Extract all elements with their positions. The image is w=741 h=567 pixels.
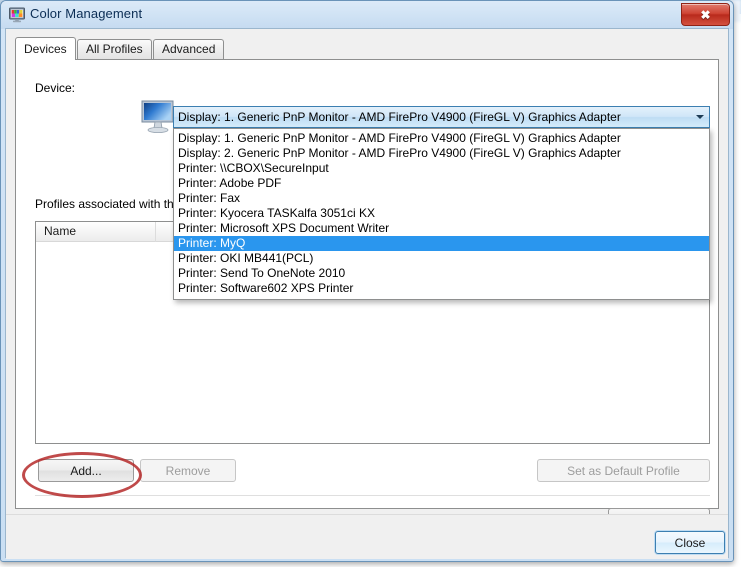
dropdown-item[interactable]: Display: 2. Generic PnP Monitor - AMD Fi…	[174, 146, 709, 161]
dropdown-item[interactable]: Printer: Fax	[174, 191, 709, 206]
tab-all-profiles[interactable]: All Profiles	[77, 39, 152, 59]
dropdown-item[interactable]: Printer: Adobe PDF	[174, 176, 709, 191]
divider	[35, 495, 710, 496]
tab-advanced[interactable]: Advanced	[153, 39, 224, 59]
dropdown-item[interactable]: Printer: \\CBOX\SecureInput	[174, 161, 709, 176]
device-combobox-value: Display: 1. Generic PnP Monitor - AMD Fi…	[178, 110, 621, 124]
dropdown-item[interactable]: Printer: Software602 XPS Printer	[174, 281, 709, 296]
column-header-name[interactable]: Name	[36, 222, 156, 242]
device-combobox[interactable]: Display: 1. Generic PnP Monitor - AMD Fi…	[173, 106, 710, 128]
close-icon: ✖	[700, 8, 710, 22]
color-monitor-icon	[9, 7, 25, 23]
add-button[interactable]: Add...	[38, 459, 134, 482]
close-button[interactable]: Close	[655, 531, 725, 554]
dropdown-item[interactable]: Printer: Send To OneNote 2010	[174, 266, 709, 281]
dropdown-item[interactable]: Printer: Microsoft XPS Document Writer	[174, 221, 709, 236]
dialog-client-area: Devices All Profiles Advanced Device:	[5, 28, 729, 558]
window-title: Color Management	[30, 6, 142, 21]
combobox-dropdown-button[interactable]	[690, 107, 709, 127]
window-close-button[interactable]: ✖	[681, 3, 730, 26]
device-dropdown-list[interactable]: Display: 1. Generic PnP Monitor - AMD Fi…	[173, 128, 710, 300]
dropdown-item-selected[interactable]: Printer: MyQ	[174, 236, 709, 251]
color-management-dialog: Color Management ✖ Devices All Profiles …	[0, 0, 734, 562]
tab-devices[interactable]: Devices	[15, 37, 76, 60]
remove-button: Remove	[140, 459, 236, 482]
chevron-down-icon	[696, 115, 704, 119]
dropdown-item[interactable]: Display: 1. Generic PnP Monitor - AMD Fi…	[174, 131, 709, 146]
device-label: Device:	[35, 81, 75, 95]
dialog-footer	[6, 514, 728, 559]
set-as-default-profile-button: Set as Default Profile	[537, 459, 710, 482]
dropdown-item[interactable]: Printer: Kyocera TASKalfa 3051ci KX	[174, 206, 709, 221]
dropdown-item[interactable]: Printer: OKI MB441(PCL)	[174, 251, 709, 266]
monitor-icon	[139, 99, 177, 135]
